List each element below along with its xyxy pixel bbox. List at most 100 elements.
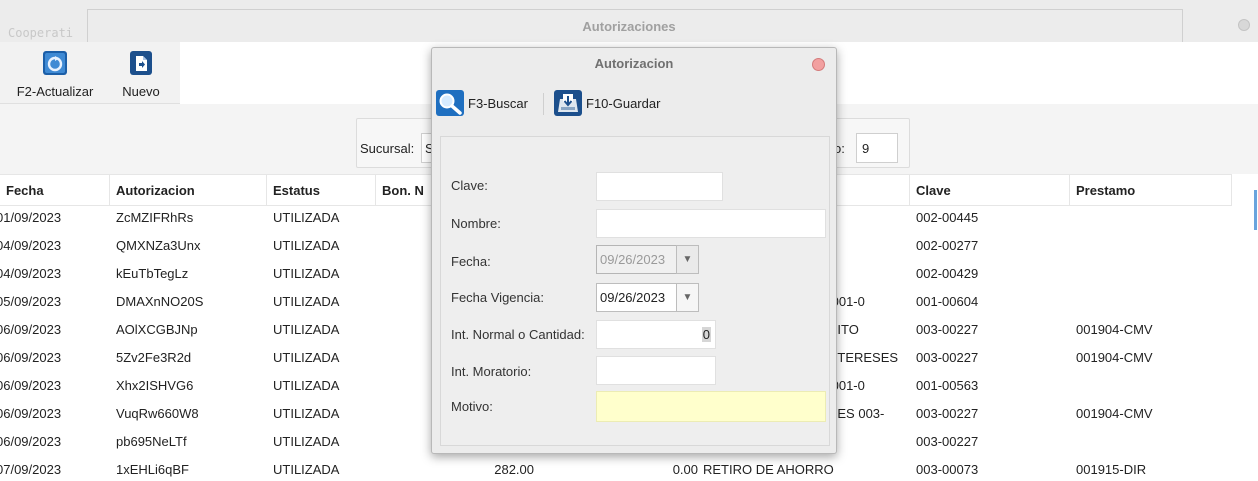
cell-fecha: 01/09/2023: [0, 210, 62, 225]
search-button-label: F3-Buscar: [468, 95, 528, 111]
frame-top-border: [87, 9, 1182, 10]
column-header-clave[interactable]: Clave: [910, 175, 1070, 206]
cell-clave: 001-00563: [916, 378, 979, 393]
cell-clave: 001-00604: [916, 294, 979, 309]
save-icon: [554, 90, 582, 116]
background-window-title: Autorizaciones: [582, 19, 676, 34]
background-window-titlebar: Cooperati Autorizaciones: [0, 0, 1258, 42]
cell-estatus: UTILIZADA: [273, 434, 340, 449]
column-header-fecha[interactable]: Fecha: [0, 175, 110, 206]
screen: Cooperati Autorizaciones F2-Actualizar N…: [0, 0, 1258, 481]
cell-autorizacion: ZcMZIFRhRs: [116, 210, 194, 225]
dialog-title: Autorizacion: [594, 56, 674, 71]
column-header-estatus[interactable]: Estatus: [267, 175, 376, 206]
cell-estatus: UTILIZADA: [273, 378, 340, 393]
vigencia-value[interactable]: 09/26/2023: [596, 283, 676, 312]
interes-label: Int. Normal o Cantidad:: [451, 327, 585, 342]
sucursal-label: Sucursal:: [360, 141, 415, 156]
new-document-icon: [130, 51, 152, 75]
cell-estatus: UTILIZADA: [273, 406, 340, 421]
cell-estatus: UTILIZADA: [273, 462, 340, 477]
nombre-label: Nombre:: [451, 216, 501, 231]
search-icon: [436, 90, 464, 116]
cell-fecha: 04/09/2023: [0, 238, 62, 253]
vigencia-dropdown-icon[interactable]: ▼: [676, 283, 699, 312]
new-button-label: Nuevo: [122, 84, 160, 99]
motivo-field[interactable]: [596, 391, 826, 422]
cell-autorizacion: VuqRw660W8: [116, 406, 199, 421]
new-button[interactable]: Nuevo: [114, 42, 168, 104]
cell-estatus: UTILIZADA: [273, 350, 340, 365]
cell-fecha: 05/09/2023: [0, 294, 62, 309]
authorization-dialog: Autorizacion F3-Buscar F10-Guardar Clave…: [431, 47, 837, 454]
cell-fecha: 06/09/2023: [0, 322, 62, 337]
nombre-field[interactable]: [596, 209, 826, 238]
clave-label: Clave:: [451, 178, 488, 193]
vigencia-label: Fecha Vigencia:: [451, 290, 544, 305]
cell-prestamo: [1076, 206, 1226, 234]
toolbar-separator: [543, 93, 544, 115]
table-row[interactable]: 07/09/2023 1xEHLi6qBF UTILIZADA 282.00 0.00 R…: [0, 458, 1232, 481]
main-toolbar: F2-Actualizar Nuevo: [0, 42, 180, 104]
cell-autorizacion: 5Zv2Fe3R2d: [116, 350, 192, 365]
cell-clave: 003-00227: [916, 406, 979, 421]
cell-prestamo: 001904-CMV: [1076, 350, 1153, 365]
cell-prestamo: [1076, 290, 1226, 318]
search-button[interactable]: F3-Buscar: [436, 89, 528, 117]
fecha-dropdown-icon: ▼: [676, 245, 699, 274]
moratorio-field[interactable]: [596, 356, 716, 385]
cell-clave: 003-00227: [916, 322, 979, 337]
fecha-value: 09/26/2023: [596, 245, 676, 274]
moratorio-label: Int. Moratorio:: [451, 364, 532, 379]
cell-col5: 0.00: [672, 462, 698, 477]
column-header-autorizacion[interactable]: Autorizacion: [110, 175, 267, 206]
cell-estatus: UTILIZADA: [273, 322, 340, 337]
cell-estatus: UTILIZADA: [273, 238, 340, 253]
cell-prestamo: [1076, 430, 1226, 458]
cell-concepto: RETIRO DE AHORRO: [703, 462, 834, 477]
column-header-prestamo[interactable]: Prestamo: [1070, 175, 1232, 206]
cell-fecha: 06/09/2023: [0, 434, 62, 449]
cell-autorizacion: DMAXnNO20S: [116, 294, 204, 309]
save-button-label: F10-Guardar: [586, 95, 661, 111]
motivo-label: Motivo:: [451, 399, 493, 414]
cell-clave: 003-00073: [916, 462, 979, 477]
window-control-icon[interactable]: [1238, 19, 1250, 31]
cell-autorizacion: 1xEHLi6qBF: [116, 462, 189, 477]
dialog-toolbar: F3-Buscar F10-Guardar: [432, 80, 836, 130]
cell-prestamo: 001904-CMV: [1076, 406, 1153, 421]
cell-clave: 002-00445: [916, 210, 979, 225]
cell-clave: 003-00227: [916, 350, 979, 365]
cell-prestamo: 001904-CMV: [1076, 322, 1153, 337]
refresh-button-label: F2-Actualizar: [16, 84, 94, 99]
save-button[interactable]: F10-Guardar: [554, 89, 660, 117]
cell-prestamo: 001915-DIR: [1076, 462, 1147, 477]
fecha-label: Fecha:: [451, 254, 491, 269]
cell-prestamo: [1076, 234, 1226, 262]
dialog-form: Clave: Nombre: Fecha: 09/26/2023 ▼ Fecha…: [440, 136, 830, 446]
cell-fecha: 06/09/2023: [0, 350, 62, 365]
scrollbar[interactable]: [1254, 190, 1257, 230]
vigencia-date-picker[interactable]: 09/26/2023 ▼: [596, 283, 699, 312]
cell-clave: 002-00277: [916, 238, 979, 253]
cell-autorizacion: AOlXCGBJNp: [116, 322, 198, 337]
cell-fecha: 04/09/2023: [0, 266, 62, 281]
cell-estatus: UTILIZADA: [273, 294, 340, 309]
cell-prestamo: [1076, 262, 1226, 290]
cell-fecha: 06/09/2023: [0, 378, 62, 393]
cell-autorizacion: Xhx2ISHVG6: [116, 378, 194, 393]
cell-estatus: UTILIZADA: [273, 266, 340, 281]
cell-fecha: 07/09/2023: [0, 462, 62, 477]
interes-field[interactable]: 0: [596, 320, 716, 349]
dialog-close-icon[interactable]: [812, 58, 825, 71]
cell-clave: 003-00227: [916, 434, 979, 449]
clave-field[interactable]: [596, 172, 723, 201]
refresh-icon: [43, 51, 67, 75]
filter-right-input[interactable]: 9: [856, 133, 898, 163]
cell-bon: 282.00: [494, 462, 534, 477]
cell-clave: 002-00429: [916, 266, 979, 281]
refresh-button[interactable]: F2-Actualizar: [10, 42, 100, 104]
cell-autorizacion: kEuTbTegLz: [116, 266, 189, 281]
cell-estatus: UTILIZADA: [273, 210, 340, 225]
interes-value: 0: [701, 327, 711, 342]
